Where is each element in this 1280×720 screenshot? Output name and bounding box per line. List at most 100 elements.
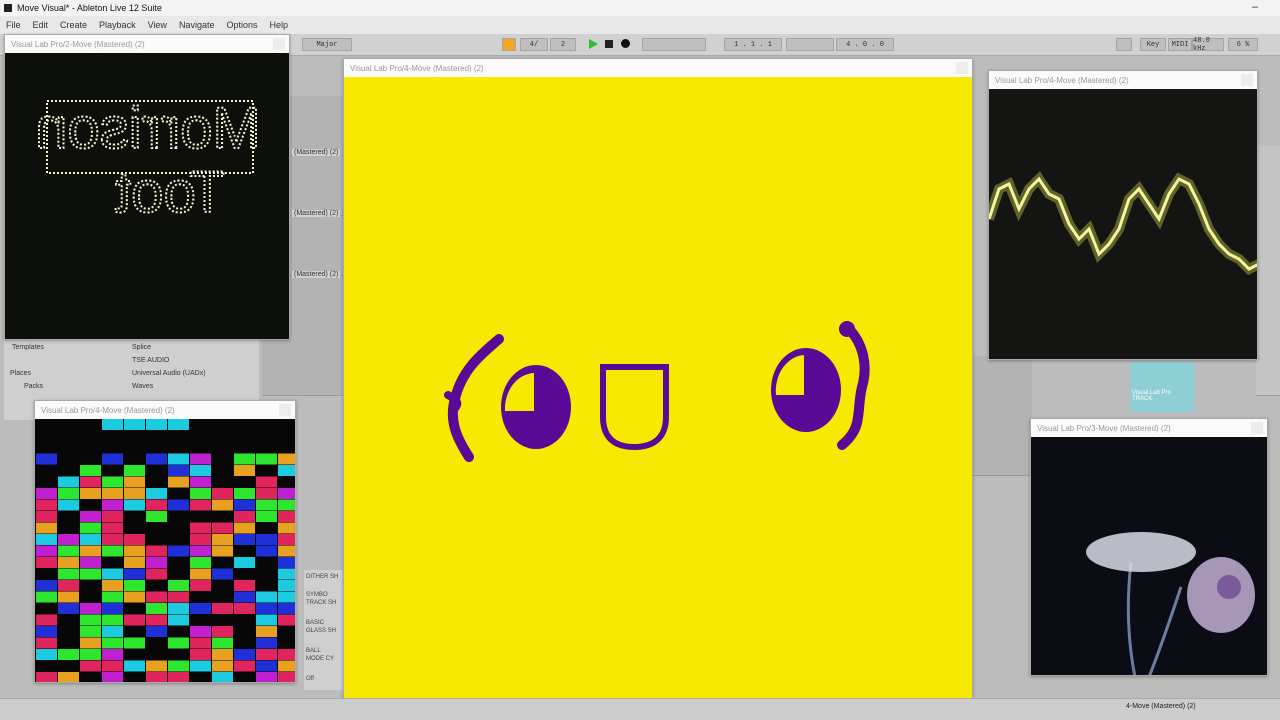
block (58, 580, 79, 591)
block (212, 660, 233, 672)
visualizer-window-text[interactable]: Visual Lab Pro/2-Move (Mastered) (2) Mor… (4, 34, 290, 340)
block (58, 672, 79, 682)
right-brace (837, 322, 870, 450)
block (212, 499, 233, 511)
visualizer-window-flower[interactable]: Visual Lab Pro/3-Move (Mastered) (2) (1030, 418, 1268, 676)
visual-text-line1: Morrison (35, 96, 261, 161)
block (278, 499, 295, 511)
loop-end-field[interactable]: 4 . 0 . 0 (836, 38, 894, 51)
block (36, 545, 57, 557)
device-label: DITHER SH (306, 574, 339, 580)
block (80, 534, 101, 545)
block (80, 557, 101, 568)
visualizer-window-blocks[interactable]: Visual Lab Pro/4-Move (Mastered) (2) (34, 400, 296, 683)
block (58, 476, 79, 488)
block (124, 557, 145, 568)
block (190, 626, 211, 637)
block (124, 534, 145, 545)
block (190, 580, 211, 591)
block (256, 672, 277, 682)
visualizer-window-waveform[interactable]: Visual Lab Pro/4-Move (Mastered) (2) (988, 70, 1258, 360)
block (278, 522, 295, 534)
block (278, 511, 295, 522)
browser-item[interactable]: Universal Audio (UADx) (132, 370, 206, 377)
block (124, 660, 145, 672)
track-lane[interactable] (972, 356, 1032, 476)
block (234, 453, 255, 465)
record-button[interactable] (621, 39, 630, 48)
automation-tools[interactable] (786, 38, 834, 51)
close-button[interactable] (273, 38, 285, 50)
stop-button[interactable] (605, 40, 613, 48)
menu-view[interactable]: View (148, 20, 167, 30)
block (124, 591, 145, 603)
window-title: Visual Lab Pro/2-Move (Mastered) (2) (5, 35, 289, 53)
block (278, 649, 295, 660)
paddle-block (146, 419, 167, 430)
block (36, 649, 57, 660)
block (256, 545, 277, 557)
browser-templates[interactable]: Templates (12, 344, 44, 351)
block (102, 511, 123, 522)
scale-select[interactable]: Major (302, 38, 352, 51)
mini-track-clip[interactable]: Visual Lab Pro TRACK (1130, 362, 1194, 412)
block (124, 637, 145, 649)
menu-create[interactable]: Create (60, 20, 87, 30)
device-label: Off (306, 676, 314, 682)
block (102, 499, 123, 511)
block (102, 488, 123, 499)
menu-help[interactable]: Help (270, 20, 289, 30)
arrangement-tools[interactable] (642, 38, 706, 51)
browser-item[interactable]: Waves (132, 383, 153, 390)
browser-item[interactable]: TSE AUDIO (132, 357, 169, 364)
browser-packs[interactable]: Packs (24, 383, 43, 390)
close-button[interactable] (279, 404, 291, 416)
menu-playback[interactable]: Playback (99, 20, 136, 30)
block (168, 603, 189, 614)
midi-map-button[interactable]: MIDI (1168, 38, 1192, 51)
block (278, 488, 295, 499)
metronome-button[interactable] (502, 38, 516, 51)
clip-label[interactable]: (Mastered) (2) (292, 210, 341, 217)
visualizer-window-face[interactable]: Visual Lab Pro/4-Move (Mastered) (2) (343, 58, 973, 708)
clip-label[interactable]: (Mastered) (2) (292, 149, 341, 156)
block (80, 511, 101, 522)
status-bar: 4-Move (Mastered) (2) (0, 698, 1280, 720)
close-button[interactable] (1241, 74, 1253, 86)
key-map-button[interactable]: Key (1140, 38, 1166, 51)
block (234, 580, 255, 591)
play-button[interactable] (589, 39, 598, 49)
sample-rate-indicator: 48.0 kHz (1192, 37, 1224, 53)
block (124, 488, 145, 499)
signature-value-field[interactable]: 2 (550, 38, 576, 51)
block (278, 568, 295, 580)
mixer-strip[interactable] (1256, 146, 1280, 396)
close-button[interactable] (956, 62, 968, 74)
block (190, 545, 211, 557)
block (278, 453, 295, 465)
block (146, 626, 167, 637)
block (212, 488, 233, 499)
menu-options[interactable]: Options (226, 20, 257, 30)
menu-file[interactable]: File (6, 20, 21, 30)
app-icon (4, 4, 12, 12)
minimize-button[interactable]: – (1252, 1, 1258, 13)
clip-label[interactable]: (Mastered) (2) (292, 271, 341, 278)
draw-mode-icon[interactable] (1116, 38, 1132, 51)
block (58, 603, 79, 614)
block (190, 603, 211, 614)
left-eye-highlight (504, 373, 534, 411)
browser-places-label: Places (10, 370, 32, 377)
block (58, 557, 79, 568)
close-button[interactable] (1251, 422, 1263, 434)
signature-field[interactable]: 4/ (520, 38, 548, 51)
block (212, 545, 233, 557)
menu-edit[interactable]: Edit (33, 20, 49, 30)
block (168, 637, 189, 649)
block (124, 580, 145, 591)
block (102, 476, 123, 488)
block (146, 568, 167, 580)
position-field[interactable]: 1 . 1 . 1 (724, 38, 782, 51)
browser-item[interactable]: Splice (132, 344, 151, 351)
menu-navigate[interactable]: Navigate (179, 20, 215, 30)
